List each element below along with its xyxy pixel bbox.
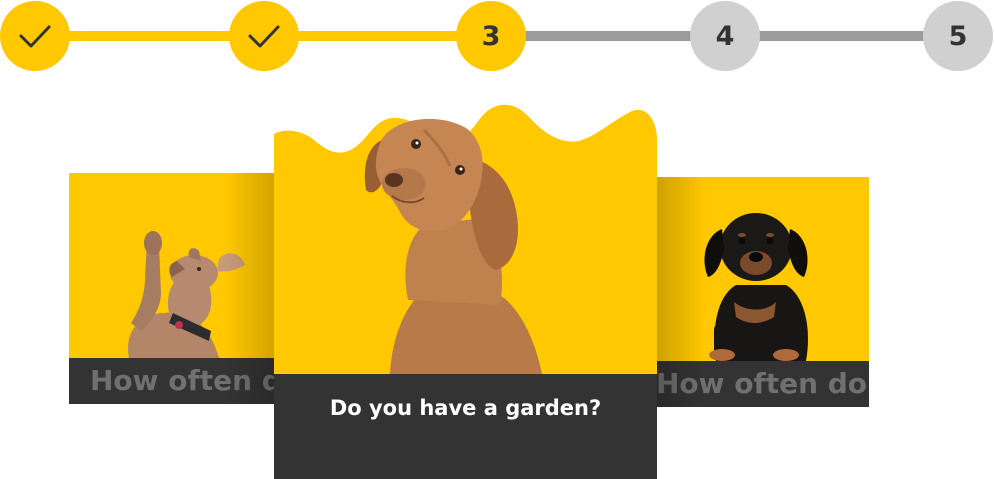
question-card-previous[interactable]: How often do [69,173,274,404]
question-text: Do you have a garden? [274,374,657,479]
step-number: 3 [481,20,501,52]
step-number: 5 [948,20,968,52]
step-3-current[interactable]: 3 [456,1,526,71]
step-4[interactable]: 4 [690,1,760,71]
step-1-done[interactable] [0,1,70,71]
question-card-next[interactable]: How often do [656,177,869,407]
checkmark-icon [19,25,51,48]
question-card-current[interactable]: Do you have a garden? [274,100,657,479]
step-number: 4 [715,20,735,52]
checkmark-icon [248,25,280,48]
step-5[interactable]: 5 [923,1,993,71]
card-shadow [224,173,274,404]
card-shadow [656,177,706,407]
progress-stepper: 3 4 5 [0,0,994,72]
vizsla-dog-image [274,100,657,374]
step-2-done[interactable] [229,1,299,71]
